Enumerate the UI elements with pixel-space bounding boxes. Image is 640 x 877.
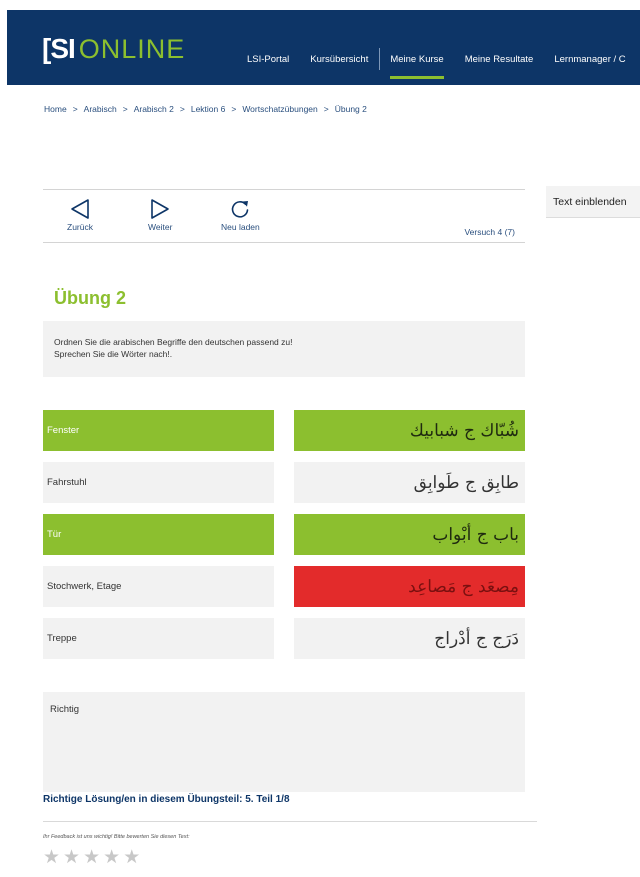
result-box: Richtig bbox=[43, 692, 525, 792]
nav-lernmanager[interactable]: Lernmanager / C bbox=[554, 54, 625, 65]
german-term-treppe[interactable]: Treppe bbox=[43, 618, 274, 659]
divider bbox=[43, 821, 537, 822]
arabic-term-daraj[interactable]: دَرَج ج أدْراج bbox=[294, 618, 525, 659]
top-margin bbox=[0, 0, 640, 10]
feedback-prompt: Ihr Feedback ist uns wichtig! Bitte bewe… bbox=[43, 834, 190, 840]
triangle-left-icon bbox=[71, 199, 89, 219]
nav-divider bbox=[379, 48, 381, 70]
reload-icon bbox=[232, 201, 249, 218]
exercise-title: Übung 2 bbox=[54, 288, 126, 308]
logo-mark: [SI bbox=[42, 33, 76, 64]
german-term-tuer[interactable]: Tür bbox=[43, 514, 274, 555]
nav-meine-kurse[interactable]: Meine Kurse bbox=[390, 54, 445, 79]
breadcrumb-arabisch[interactable]: Arabisch bbox=[84, 104, 117, 114]
star-icon[interactable]: ★ bbox=[43, 848, 60, 868]
lsi-online-logo[interactable]: [SI ONLINE bbox=[42, 33, 186, 65]
next-label: Weiter bbox=[148, 222, 173, 232]
breadcrumb-arabisch-2[interactable]: Arabisch 2 bbox=[134, 104, 174, 114]
german-term-stockwerk[interactable]: Stochwerk, Etage bbox=[43, 566, 274, 607]
nav-lsi-portal[interactable]: LSI-Portal bbox=[247, 54, 289, 65]
star-icon[interactable]: ★ bbox=[103, 848, 120, 868]
breadcrumb-separator: > bbox=[72, 104, 78, 114]
star-rating: ★ ★ ★ ★ ★ bbox=[43, 848, 140, 868]
reload-label: Neu laden bbox=[221, 222, 260, 232]
arabic-term-misad[interactable]: مِصعَد ج مَصاعِد bbox=[294, 566, 525, 607]
arabic-term-shubbak[interactable]: شُبّاك ج شبابيك bbox=[294, 410, 525, 451]
instructions-box: Ordnen Sie die arabischen Begriffe den d… bbox=[43, 321, 525, 377]
german-term-fenster[interactable]: Fenster bbox=[43, 410, 274, 451]
star-icon[interactable]: ★ bbox=[63, 848, 80, 868]
arabic-term-tabiq[interactable]: طابِق ج طَوابِق bbox=[294, 462, 525, 503]
triangle-right-icon bbox=[151, 199, 170, 219]
nav-kursuebersicht[interactable]: Kursübersicht bbox=[310, 54, 368, 65]
breadcrumb-home[interactable]: Home bbox=[44, 104, 67, 114]
solution-summary: Richtige Lösung/en in diesem Übungsteil:… bbox=[43, 794, 290, 805]
back-label: Zurück bbox=[67, 222, 93, 232]
breadcrumb-current: Übung 2 bbox=[334, 104, 367, 114]
instruction-line: Ordnen Sie die arabischen Begriffe den d… bbox=[54, 337, 293, 347]
next-button[interactable]: Weiter bbox=[148, 198, 172, 232]
star-icon[interactable]: ★ bbox=[123, 848, 140, 868]
breadcrumb-separator: > bbox=[179, 104, 185, 114]
star-icon[interactable]: ★ bbox=[83, 848, 100, 868]
result-text: Richtig bbox=[50, 704, 80, 715]
nav-meine-resultate[interactable]: Meine Resultate bbox=[465, 54, 534, 65]
reload-button[interactable]: Neu laden bbox=[221, 198, 260, 232]
show-text-button[interactable]: Text einblenden bbox=[546, 186, 640, 218]
breadcrumb-lektion-6[interactable]: Lektion 6 bbox=[191, 104, 226, 114]
german-term-fahrstuhl[interactable]: Fahrstuhl bbox=[43, 462, 274, 503]
exercise-toolbar: Zurück Weiter Neu laden Versuch 4 (7) bbox=[43, 189, 525, 243]
breadcrumb-wortschatz[interactable]: Wortschatzübungen bbox=[242, 104, 317, 114]
arabic-term-bab[interactable]: باب ج أبْواب bbox=[294, 514, 525, 555]
instruction-line: Sprechen Sie die Wörter nach!. bbox=[54, 349, 173, 359]
breadcrumb-separator: > bbox=[122, 104, 128, 114]
logo-text: ONLINE bbox=[78, 34, 186, 64]
breadcrumb: Home > Arabisch > Arabisch 2 > Lektion 6… bbox=[44, 104, 367, 114]
main-nav: LSI-Portal Kursübersicht Meine Kurse Mei… bbox=[247, 48, 640, 79]
breadcrumb-separator: > bbox=[323, 104, 329, 114]
site-header: [SI ONLINE LSI-Portal Kursübersicht Mein… bbox=[7, 10, 640, 85]
back-button[interactable]: Zurück bbox=[67, 198, 93, 232]
attempt-counter: Versuch 4 (7) bbox=[464, 227, 515, 237]
breadcrumb-separator: > bbox=[231, 104, 237, 114]
